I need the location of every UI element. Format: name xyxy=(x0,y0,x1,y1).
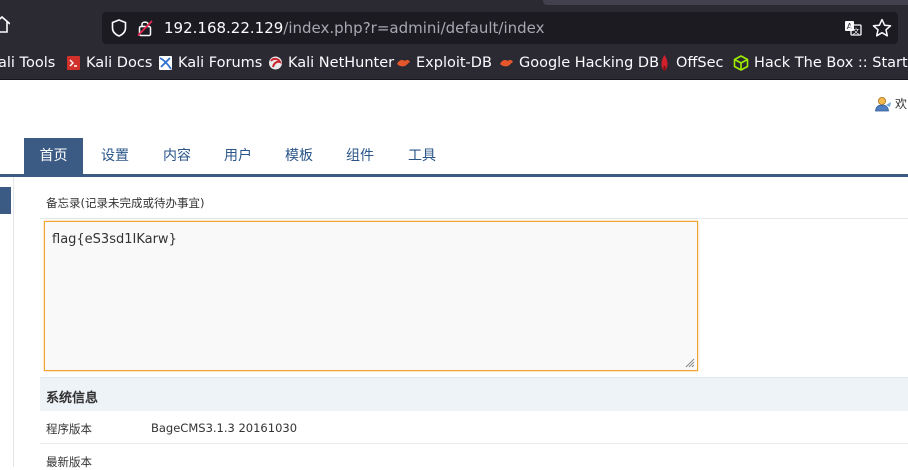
sidebar-divider xyxy=(13,177,14,467)
system-info-title: 系统信息 xyxy=(46,391,99,406)
ghdb-icon xyxy=(500,59,513,67)
bookmark-label: ali Tools xyxy=(0,55,56,71)
bookmark-exploit-db[interactable]: Exploit-DB xyxy=(396,47,492,79)
bookmark-kali-nethunter[interactable]: Kali NetHunter xyxy=(268,47,394,79)
tab-tools[interactable]: 工具 xyxy=(395,138,449,174)
lock-icon[interactable] xyxy=(137,19,153,37)
offsec-icon xyxy=(661,55,668,71)
memo-divider xyxy=(40,218,908,219)
tab-settings[interactable]: 设置 xyxy=(88,138,142,174)
bookmark-label: Exploit-DB xyxy=(416,55,492,71)
kali-docs-icon xyxy=(67,56,80,70)
bookmark-kali-docs[interactable]: Kali Docs xyxy=(66,47,152,79)
bookmark-label: OffSec xyxy=(676,55,724,71)
program-version-label: 程序版本 xyxy=(46,422,92,436)
user-icon xyxy=(875,96,891,111)
resize-handle-icon[interactable] xyxy=(685,358,695,368)
bookmark-label: Kali NetHunter xyxy=(288,55,395,71)
exploit-db-icon xyxy=(397,59,410,67)
svg-text:文: 文 xyxy=(853,27,860,36)
memo-label: 备忘录(记录未完成或待办事宜) xyxy=(46,196,205,210)
bookmark-hack-the-box[interactable]: Hack The Box :: Startin... xyxy=(733,47,908,79)
sidebar-active-item[interactable] xyxy=(0,187,11,214)
table-row-divider xyxy=(40,443,908,444)
bookmark-offsec[interactable]: OffSec xyxy=(658,47,724,79)
tab-home[interactable]: 首页 xyxy=(24,138,83,174)
shield-icon[interactable] xyxy=(111,19,127,37)
kali-forums-icon xyxy=(159,56,172,70)
browser-toolbar: 192.168.22.129/index.php?r=admini/defaul… xyxy=(0,0,908,47)
memo-textarea[interactable]: flag{eS3sd1IKarw} xyxy=(44,221,698,371)
bookmark-label: Kali Docs xyxy=(86,55,153,71)
latest-version-label: 最新版本 xyxy=(46,455,92,469)
bookmark-google-hacking-db[interactable]: Google Hacking DB xyxy=(499,47,659,79)
url-bar[interactable]: 192.168.22.129/index.php?r=admini/defaul… xyxy=(102,12,898,44)
bookmark-kali-forums[interactable]: Kali Forums xyxy=(158,47,262,79)
translate-icon[interactable]: A 文 xyxy=(844,19,862,37)
bookmark-kali-tools[interactable]: ali Tools xyxy=(0,47,55,79)
star-icon[interactable] xyxy=(872,18,892,38)
program-version-value: BageCMS3.1.3 20161030 xyxy=(151,421,298,435)
bookmark-label: Hack The Box :: Startin... xyxy=(754,55,908,71)
browser-tab-strip[interactable] xyxy=(543,0,908,5)
system-info-header: 系统信息 xyxy=(40,377,908,411)
nethunter-icon xyxy=(269,56,282,70)
main-nav: 首页 设置 内容 用户 模板 组件 工具 xyxy=(0,138,908,174)
welcome-link[interactable]: 欢 xyxy=(874,95,907,112)
url-text[interactable]: 192.168.22.129/index.php?r=admini/defaul… xyxy=(164,18,545,38)
url-path: /index.php?r=admini/default/index xyxy=(283,19,545,37)
bookmark-label: Google Hacking DB xyxy=(519,55,660,71)
nav-underline xyxy=(0,174,908,177)
welcome-text: 欢 xyxy=(895,97,908,111)
home-icon[interactable] xyxy=(0,15,10,35)
tab-users[interactable]: 用户 xyxy=(211,138,265,174)
tab-templates[interactable]: 模板 xyxy=(272,138,326,174)
tab-content[interactable]: 内容 xyxy=(150,138,204,174)
bookmarks-bar: ali Tools Kali Docs Kali Forums Kali Net… xyxy=(0,47,908,80)
tab-components[interactable]: 组件 xyxy=(333,138,387,174)
url-host: 192.168.22.129 xyxy=(164,19,284,37)
htb-icon xyxy=(733,55,749,71)
bookmark-label: Kali Forums xyxy=(178,55,263,71)
